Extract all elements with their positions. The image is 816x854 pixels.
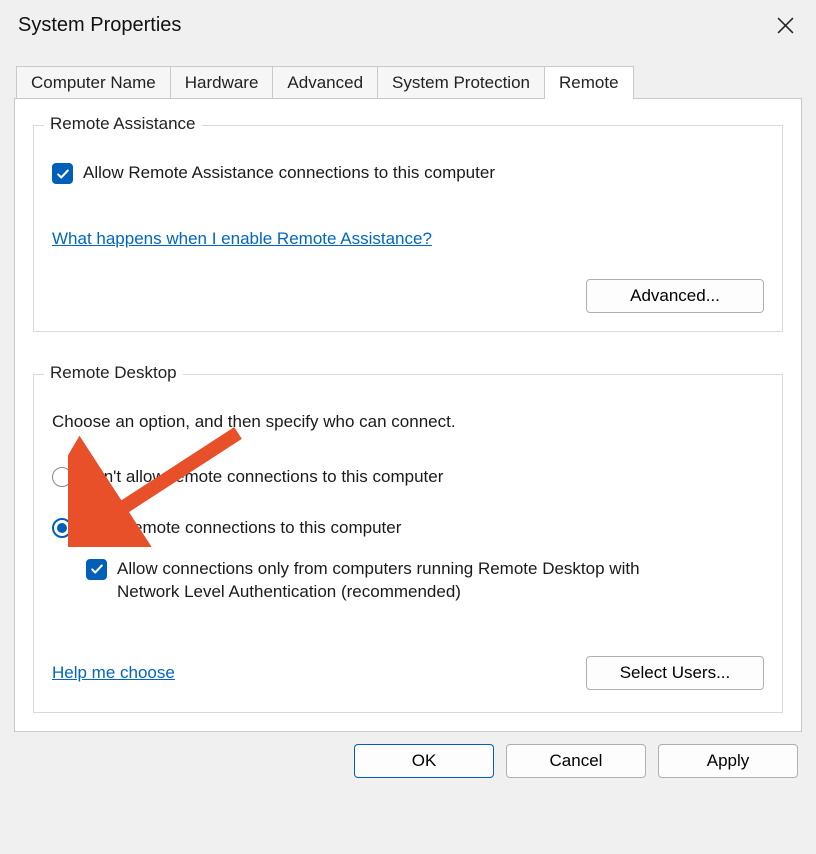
group-remote-assistance: Remote Assistance Allow Remote Assistanc… <box>33 125 783 332</box>
remote-desktop-intro: Choose an option, and then specify who c… <box>52 411 764 434</box>
group-legend-remote-assistance: Remote Assistance <box>44 114 202 134</box>
group-remote-desktop: Remote Desktop Choose an option, and the… <box>33 374 783 713</box>
system-properties-window: System Properties Computer Name Hardware… <box>0 0 816 854</box>
nla-checkbox[interactable] <box>86 559 107 580</box>
select-users-button[interactable]: Select Users... <box>586 656 764 690</box>
allow-remote-assistance-checkbox[interactable] <box>52 163 73 184</box>
remote-assistance-help-link[interactable]: What happens when I enable Remote Assist… <box>52 229 432 249</box>
checkmark-icon <box>56 167 70 181</box>
help-me-choose-link[interactable]: Help me choose <box>52 663 175 683</box>
deny-remote-connections-label: Don't allow remote connections to this c… <box>82 466 443 489</box>
tab-sheet-remote: Remote Assistance Allow Remote Assistanc… <box>14 98 802 732</box>
tab-advanced[interactable]: Advanced <box>272 66 378 99</box>
advanced-button[interactable]: Advanced... <box>586 279 764 313</box>
tab-strip: Computer Name Hardware Advanced System P… <box>16 66 816 99</box>
window-title: System Properties <box>18 14 181 37</box>
checkmark-icon <box>90 562 104 576</box>
tab-system-protection[interactable]: System Protection <box>377 66 545 99</box>
close-button[interactable] <box>770 10 800 40</box>
tab-hardware[interactable]: Hardware <box>170 66 274 99</box>
allow-remote-assistance-label: Allow Remote Assistance connections to t… <box>83 162 495 185</box>
cancel-button[interactable]: Cancel <box>506 744 646 778</box>
group-legend-remote-desktop: Remote Desktop <box>44 363 183 383</box>
footer-buttons: OK Cancel Apply <box>0 744 816 794</box>
tab-remote[interactable]: Remote <box>544 66 634 99</box>
ok-button[interactable]: OK <box>354 744 494 778</box>
allow-remote-connections-label: Allow remote connections to this compute… <box>82 517 401 540</box>
nla-label: Allow connections only from computers ru… <box>117 558 677 604</box>
apply-button[interactable]: Apply <box>658 744 798 778</box>
deny-remote-connections-radio[interactable] <box>52 467 72 487</box>
tab-computer-name[interactable]: Computer Name <box>16 66 171 99</box>
allow-remote-connections-radio[interactable] <box>52 518 72 538</box>
close-icon <box>777 17 794 34</box>
titlebar: System Properties <box>0 0 816 48</box>
